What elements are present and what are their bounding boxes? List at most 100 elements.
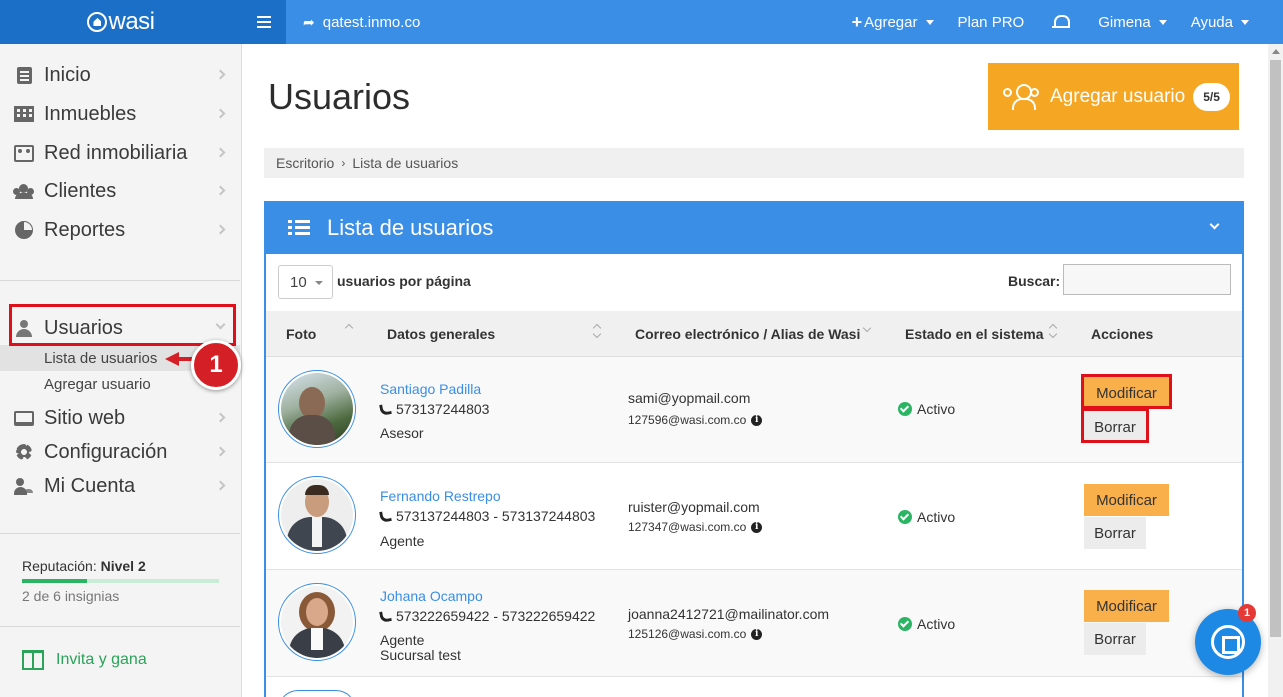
sort-desc-icon[interactable] <box>864 325 872 339</box>
divider <box>0 626 240 627</box>
reputation-progress-fill <box>22 579 87 583</box>
chat-home-icon <box>1211 625 1245 659</box>
user-quota-badge: 5/5 <box>1193 82 1230 111</box>
chevron-right-icon <box>215 147 226 158</box>
user-menu-button[interactable]: Gimena <box>1086 0 1179 44</box>
site-link[interactable]: ➦ qatest.inmo.co <box>303 0 420 44</box>
reputation-progress-bar <box>22 579 219 583</box>
page-size-value: 10 <box>290 273 307 291</box>
table-row: Fernando Restrepo 573137244803 - 5731372… <box>266 463 1242 570</box>
notifications-button[interactable] <box>1036 0 1086 44</box>
sidebar-item-sitio-web[interactable]: Sitio web <box>0 399 240 437</box>
delete-user-button[interactable]: Borrar <box>1084 411 1146 443</box>
panel-header[interactable]: Lista de usuarios <box>264 201 1244 254</box>
plan-link[interactable]: Plan PRO <box>946 0 1037 44</box>
breadcrumb-separator-icon: › <box>341 156 346 170</box>
column-correo[interactable]: Correo electrónico / Alias de Wasi <box>635 326 860 342</box>
sidebar-item-label: Inmuebles <box>44 102 137 125</box>
chevron-right-icon <box>215 480 226 491</box>
user-name-link[interactable]: Johana Ocampo <box>380 588 483 604</box>
search-label: Buscar: <box>1008 273 1061 289</box>
delete-user-button[interactable]: Borrar <box>1084 623 1146 655</box>
user-email: sami@yopmail.com <box>628 390 751 406</box>
sidebar-item-label: Configuración <box>44 440 168 463</box>
chat-notification-badge: 1 <box>1238 604 1256 622</box>
user-photo <box>281 586 353 658</box>
table-row <box>266 677 1242 697</box>
sidebar-item-configuracion[interactable]: Configuración <box>0 433 240 471</box>
check-circle-icon <box>898 617 912 631</box>
gear-icon <box>16 444 32 460</box>
avatar[interactable] <box>278 583 356 661</box>
column-acciones: Acciones <box>1091 326 1154 342</box>
user-icon <box>16 319 32 337</box>
user-name-link[interactable]: Santiago Padilla <box>380 381 481 397</box>
sort-icon[interactable] <box>594 325 602 339</box>
site-url: qatest.inmo.co <box>322 13 421 31</box>
chevron-right-icon <box>215 224 226 235</box>
sort-icon[interactable] <box>1050 325 1058 339</box>
add-user-button[interactable]: Agregar usuario 5/5 <box>988 63 1239 130</box>
user-alias: 127596@wasi.com.co <box>628 413 747 427</box>
sidebar-item-clientes[interactable]: Clientes <box>0 172 240 210</box>
search-input[interactable] <box>1063 264 1231 295</box>
chevron-right-icon <box>215 108 226 119</box>
chevron-right-icon <box>215 69 226 80</box>
check-circle-icon <box>898 402 912 416</box>
sidebar-item-label: Mi Cuenta <box>44 474 136 497</box>
delete-user-button[interactable]: Borrar <box>1084 517 1146 549</box>
sort-asc-icon[interactable] <box>346 325 354 339</box>
column-estado[interactable]: Estado en el sistema <box>905 326 1044 342</box>
user-status: Activo <box>917 616 956 632</box>
info-icon[interactable]: i <box>751 628 763 640</box>
user-name: Gimena <box>1098 13 1151 31</box>
add-menu-button[interactable]: + Agregar <box>840 0 946 44</box>
edit-user-button[interactable]: Modificar <box>1084 590 1169 622</box>
user-role: Agente <box>380 533 425 549</box>
pie-chart-icon <box>15 221 33 239</box>
page-scrollbar[interactable] <box>1268 44 1283 697</box>
column-datos-generales[interactable]: Datos generales <box>387 326 495 342</box>
sidebar-item-red-inmobiliaria[interactable]: Red inmobiliaria <box>0 134 240 172</box>
table-row: Johana Ocampo 573222659422 - 57322265942… <box>266 570 1242 677</box>
page-size-select[interactable]: 10 <box>278 265 333 299</box>
scrollbar-thumb[interactable] <box>1270 60 1281 637</box>
sidebar-item-inmuebles[interactable]: Inmuebles <box>0 95 240 133</box>
breadcrumb: Escritorio › Lista de usuarios <box>264 148 1244 178</box>
invite-label: Invita y gana <box>56 651 147 668</box>
sidebar-item-reportes[interactable]: Reportes <box>0 211 240 249</box>
badges-count: 2 de 6 insignias <box>22 588 120 604</box>
sidebar-item-inicio[interactable]: Inicio <box>0 56 240 94</box>
reputation-title: Reputación: <box>22 558 97 574</box>
users-group-icon <box>1002 83 1044 111</box>
logo-text: wasi <box>108 8 155 35</box>
chevron-down-icon[interactable] <box>1209 219 1220 230</box>
sidebar-item-mi-cuenta[interactable]: Mi Cuenta <box>0 467 240 505</box>
edit-user-button[interactable]: Modificar <box>1084 484 1169 516</box>
avatar[interactable] <box>278 370 356 448</box>
edit-user-button[interactable]: Modificar <box>1084 377 1169 409</box>
invite-link[interactable]: Invita y gana <box>22 650 147 670</box>
breadcrumb-escritorio[interactable]: Escritorio <box>276 155 334 171</box>
sidebar-item-label: Reportes <box>44 218 126 241</box>
list-icon <box>288 219 310 236</box>
column-foto[interactable]: Foto <box>286 326 316 342</box>
avatar[interactable] <box>278 690 356 697</box>
breadcrumb-current: Lista de usuarios <box>352 155 459 171</box>
wasi-logo[interactable]: wasi <box>0 0 242 44</box>
monitor-icon <box>14 410 34 426</box>
user-role: Agente <box>380 632 425 648</box>
scroll-up-arrow-icon[interactable] <box>1272 49 1280 54</box>
document-icon <box>16 66 32 84</box>
info-icon[interactable]: i <box>751 521 763 533</box>
menu-toggle-button[interactable] <box>242 0 286 44</box>
divider <box>0 533 240 534</box>
info-icon[interactable]: i <box>751 414 763 426</box>
bell-icon <box>1052 14 1071 30</box>
check-circle-icon <box>898 510 912 524</box>
chevron-right-icon <box>215 446 226 457</box>
help-menu-button[interactable]: Ayuda <box>1179 0 1283 44</box>
user-name-link[interactable]: Fernando Restrepo <box>380 488 501 504</box>
avatar[interactable] <box>278 476 356 554</box>
sidebar-item-usuarios[interactable]: Usuarios <box>0 309 240 347</box>
